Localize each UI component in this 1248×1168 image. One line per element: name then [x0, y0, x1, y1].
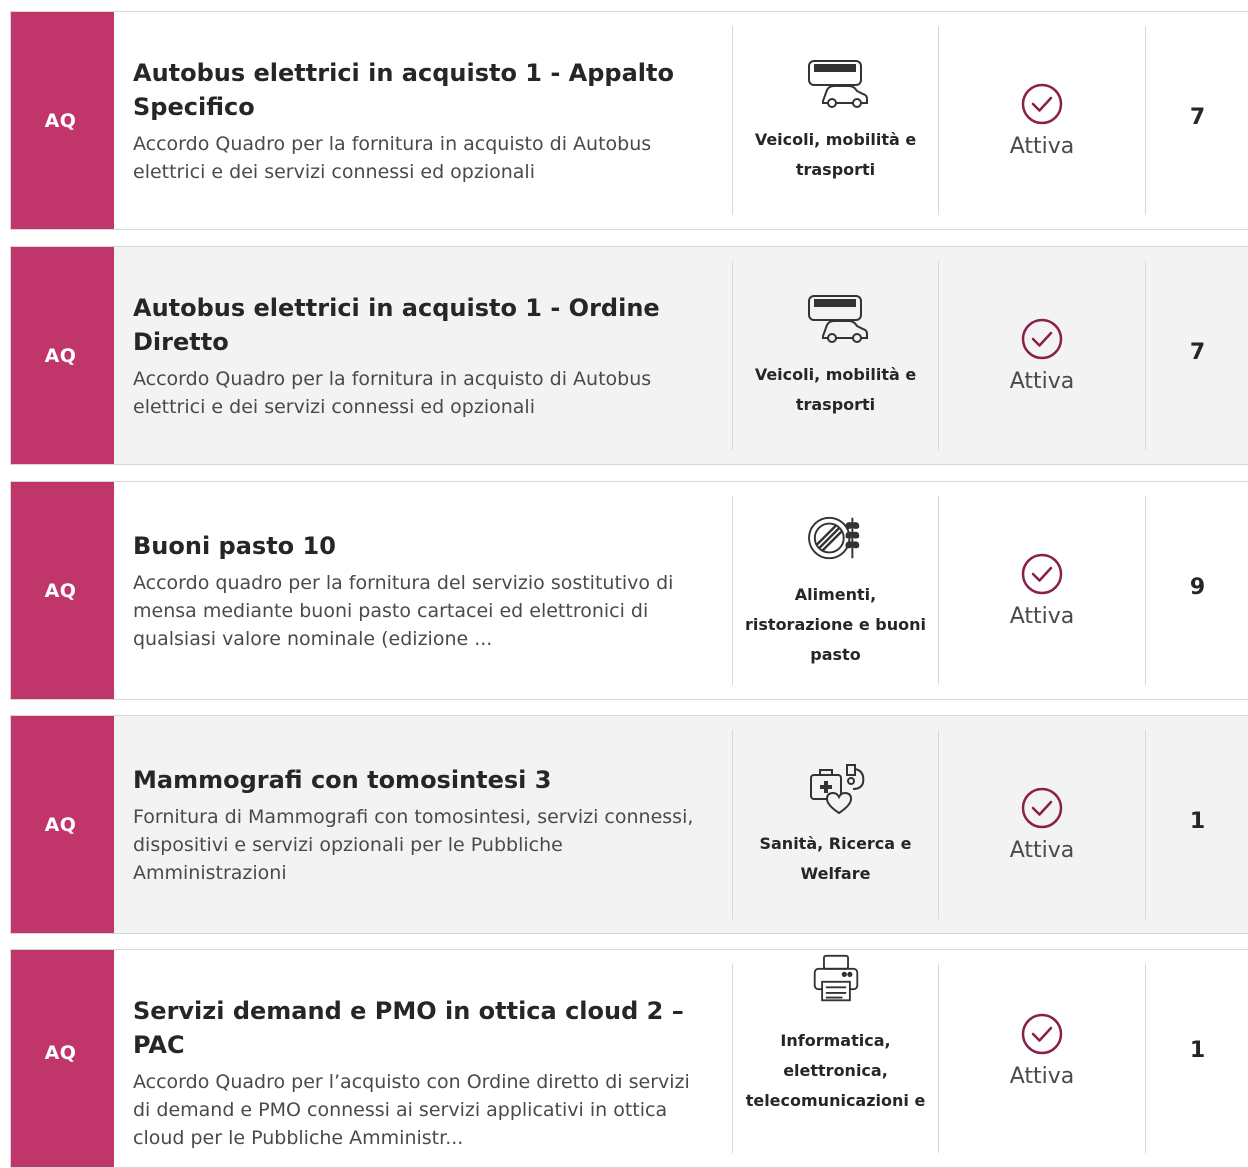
status-cell: Attiva [939, 716, 1145, 933]
category-label: Informatica, elettronica, telecomunicazi… [745, 1031, 926, 1110]
category-cell: Alimenti, ristorazione e buoni pasto [733, 482, 938, 699]
food-wheat-icon [807, 516, 859, 559]
status-cell: Attiva [939, 247, 1145, 464]
category-cell: Informatica, elettronica, telecomunicazi… [733, 950, 938, 1167]
card-title[interactable]: Autobus elettrici in acquisto 1 - Appalt… [133, 56, 712, 124]
medical-kit-heart-icon [809, 763, 864, 814]
card-main: Autobus elettrici in acquisto 1 - Ordine… [114, 247, 732, 464]
initiative-card[interactable]: AQ Buoni pasto 10 Accordo quadro per la … [10, 481, 1248, 700]
card-title[interactable]: Buoni pasto 10 [133, 529, 712, 563]
category-cell: Sanità, Ricerca e Welfare [733, 716, 938, 933]
type-badge: AQ [11, 950, 114, 1167]
card-title[interactable]: Servizi demand e PMO in ottica cloud 2 –… [133, 994, 712, 1062]
card-main: Autobus elettrici in acquisto 1 - Appalt… [114, 12, 732, 229]
status-label: Attiva [1009, 1064, 1075, 1089]
category-label: Sanità, Ricerca e Welfare [759, 833, 912, 883]
count-value: 7 [1189, 340, 1206, 365]
status-label: Attiva [1009, 134, 1075, 159]
initiative-card[interactable]: AQ Autobus elettrici in acquisto 1 - Ord… [10, 246, 1248, 465]
check-circle-icon [1021, 83, 1063, 125]
check-circle-icon [1021, 1013, 1063, 1055]
type-badge: AQ [11, 247, 114, 464]
card-title[interactable]: Autobus elettrici in acquisto 1 - Ordine… [133, 291, 712, 359]
card-title[interactable]: Mammografi con tomosintesi 3 [133, 763, 712, 797]
card-description: Accordo Quadro per la fornitura in acqui… [133, 367, 652, 418]
type-badge: AQ [11, 482, 114, 699]
card-description: Accordo quadro per la fornitura del serv… [133, 571, 674, 650]
card-description: Accordo Quadro per la fornitura in acqui… [133, 132, 652, 183]
bus-car-icon [807, 294, 868, 343]
type-badge: AQ [11, 716, 114, 933]
category-label: Veicoli, mobilità e trasporti [754, 364, 917, 414]
status-cell: Attiva [939, 482, 1145, 699]
bus-car-icon [807, 59, 868, 108]
check-circle-icon [1021, 318, 1063, 360]
count-value: 1 [1189, 809, 1206, 834]
check-circle-icon [1021, 553, 1063, 595]
category-cell: Veicoli, mobilità e trasporti [733, 12, 938, 229]
card-description: Fornitura di Mammografi con tomosintesi,… [133, 805, 694, 884]
status-label: Attiva [1009, 604, 1075, 629]
printer-icon [813, 954, 858, 1002]
status-cell: Attiva [939, 950, 1145, 1167]
count-value: 9 [1189, 575, 1206, 600]
type-badge: AQ [11, 12, 114, 229]
card-main: Servizi demand e PMO in ottica cloud 2 –… [114, 950, 732, 1167]
count-value: 1 [1189, 1038, 1206, 1063]
check-circle-icon [1021, 787, 1063, 829]
card-main: Buoni pasto 10 Accordo quadro per la for… [114, 482, 732, 699]
count-value: 7 [1189, 105, 1206, 130]
status-label: Attiva [1009, 838, 1075, 863]
card-description: Accordo Quadro per l’acquisto con Ordine… [133, 1071, 690, 1149]
category-label: Alimenti, ristorazione e buoni pasto [745, 584, 926, 664]
category-label: Veicoli, mobilità e trasporti [754, 129, 917, 179]
status-label: Attiva [1009, 369, 1075, 394]
category-cell: Veicoli, mobilità e trasporti [733, 247, 938, 464]
status-cell: Attiva [939, 12, 1145, 229]
card-main: Mammografi con tomosintesi 3 Fornitura d… [114, 716, 732, 933]
initiative-card[interactable]: AQ Autobus elettrici in acquisto 1 - App… [10, 11, 1248, 230]
initiative-card[interactable]: AQ Mammografi con tomosintesi 3 Fornitur… [10, 715, 1248, 934]
initiative-card[interactable]: AQ Servizi demand e PMO in ottica cloud … [10, 949, 1248, 1168]
